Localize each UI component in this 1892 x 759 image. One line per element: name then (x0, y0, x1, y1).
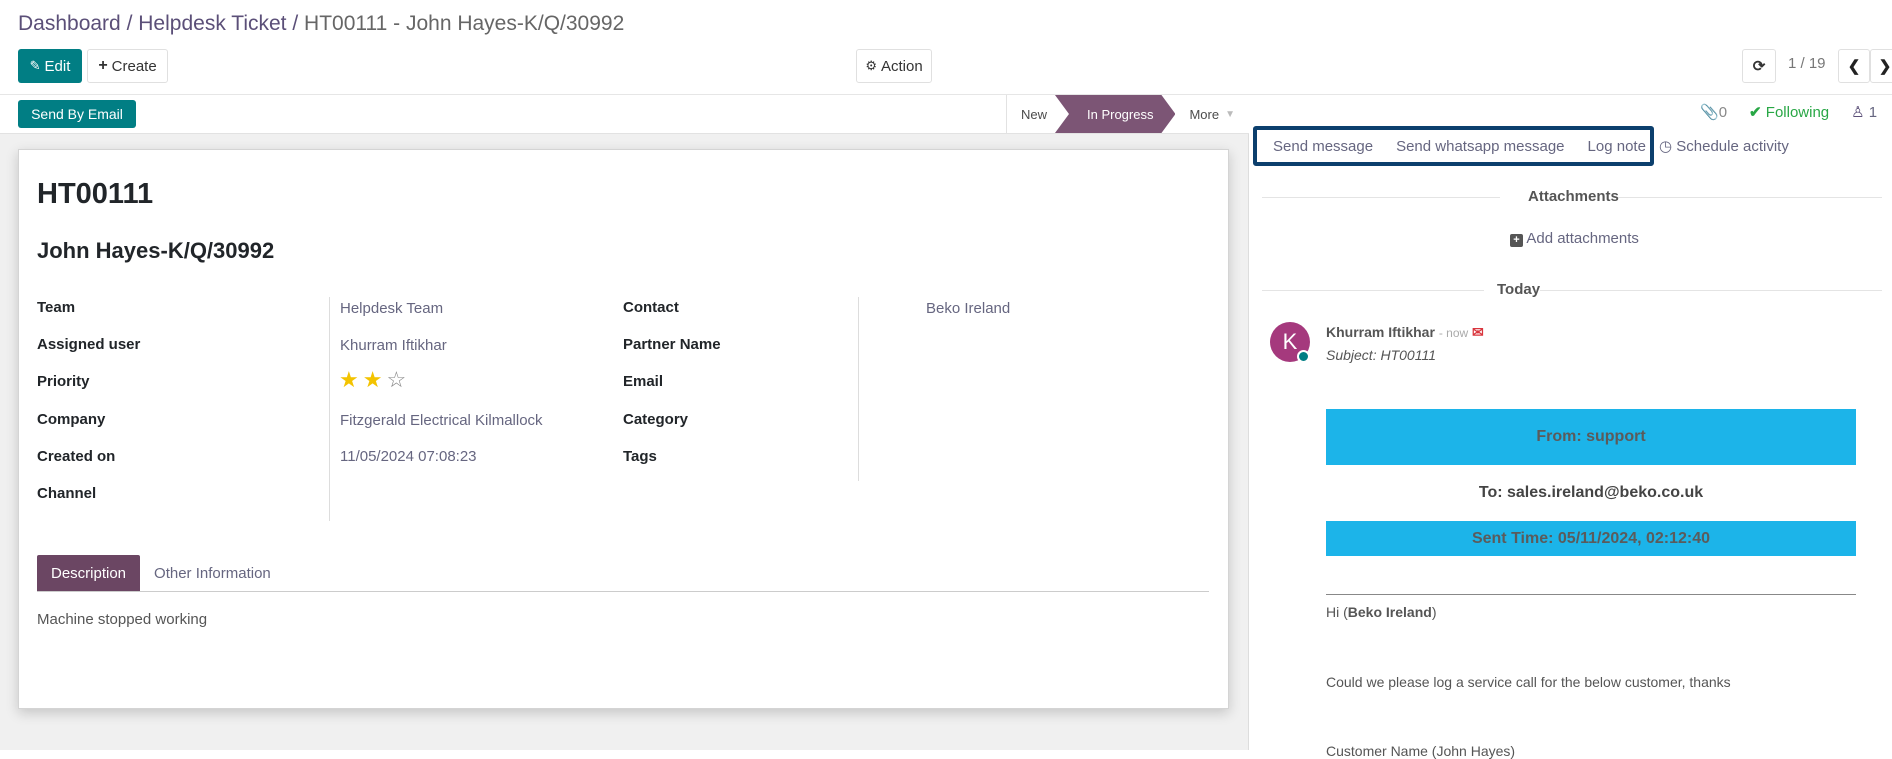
star-empty-icon[interactable]: ☆ (386, 369, 406, 391)
separator-line (1262, 197, 1500, 198)
ticket-name: John Hayes-K/Q/30992 (37, 238, 275, 263)
star-filled-icon[interactable]: ★ (339, 369, 359, 391)
breadcrumb-dashboard[interactable]: Dashboard (18, 12, 121, 35)
field-label-contact: Contact (623, 299, 679, 316)
send-by-email-button[interactable]: Send By Email (18, 100, 136, 128)
pencil-icon: ✎ (29, 58, 41, 73)
action-label: Action (880, 57, 923, 75)
field-separator (858, 297, 859, 481)
plus-icon: + (98, 57, 108, 74)
pager-next-button[interactable]: ❯ (1870, 49, 1892, 83)
field-label-email: Email (623, 373, 664, 390)
field-label-category: Category (623, 411, 689, 428)
email-to-line: To: sales.ireland@beko.co.uk (1478, 484, 1704, 501)
stage-more-dropdown[interactable]: More ▼ (1175, 95, 1249, 133)
clock-icon: ◷ (1659, 138, 1673, 155)
field-label-partner-name: Partner Name (623, 336, 721, 353)
more-label: More (1189, 106, 1220, 122)
check-icon: ✔ (1749, 104, 1762, 121)
star-filled-icon[interactable]: ★ (363, 369, 383, 391)
field-label-created-on: Created on (37, 448, 116, 465)
stage-pipeline: New In Progress More ▼ (1005, 95, 1249, 133)
breadcrumb-separator: / (126, 12, 133, 35)
email-divider (1326, 594, 1856, 595)
following-button[interactable]: ✔ Following (1749, 103, 1829, 121)
caret-down-icon: ▼ (1225, 108, 1235, 120)
email-greeting: Hi (Beko Ireland) (1326, 604, 1437, 620)
refresh-icon: ⟳ (1752, 58, 1766, 75)
paperclip-icon: 📎 (1700, 104, 1719, 121)
composer-actions-highlight: Send message Send whatsapp message Log n… (1253, 126, 1654, 166)
message-author: Khurram Iftikhar - now ✉ (1326, 324, 1484, 341)
tab-other-information[interactable]: Other Information (140, 555, 285, 591)
online-status-icon (1297, 350, 1310, 363)
plus-square-icon: + (1510, 234, 1523, 247)
chevron-right-icon: ❯ (1878, 58, 1892, 75)
stage-new[interactable]: New (1007, 95, 1061, 133)
email-body-line: Could we please log a service call for t… (1326, 674, 1731, 690)
field-separator (329, 297, 330, 521)
stage-in-progress[interactable]: In Progress (1055, 95, 1175, 133)
log-note-button[interactable]: Log note (1588, 138, 1646, 155)
priority-stars[interactable]: ★ ★ ☆ (339, 369, 406, 391)
separator-line (1262, 290, 1484, 291)
breadcrumb-current: HT00111 - John Hayes-K/Q/30992 (304, 12, 625, 35)
separator-line (1540, 290, 1882, 291)
date-separator: Today (1497, 281, 1541, 298)
field-label-channel: Channel (37, 485, 97, 502)
field-label-tags: Tags (623, 448, 657, 465)
greeting-name: Beko Ireland (1347, 604, 1432, 620)
pager-previous-button[interactable]: ❮ (1838, 49, 1870, 83)
description-text[interactable]: Machine stopped working (37, 611, 207, 628)
field-value-assigned-user[interactable]: Khurram Iftikhar (340, 337, 447, 354)
pager-value: 1 / 19 (1788, 55, 1826, 72)
field-label-company: Company (37, 411, 106, 428)
field-value-company[interactable]: Fitzgerald Electrical Kilmallock (340, 412, 543, 429)
message-subject: Subject: HT00111 (1326, 347, 1436, 363)
edit-label: Edit (44, 57, 71, 75)
add-attachments-button[interactable]: + Add attachments (1510, 230, 1639, 247)
breadcrumb: Dashboard / Helpdesk Ticket / HT00111 - … (18, 12, 624, 36)
attachments-title: Attachments (1528, 188, 1619, 205)
message-time: - now (1438, 326, 1469, 340)
send-whatsapp-message-button[interactable]: Send whatsapp message (1396, 138, 1564, 155)
edit-button[interactable]: ✎ Edit (18, 49, 82, 83)
chevron-left-icon: ❮ (1847, 58, 1861, 75)
gear-icon: ⚙ (865, 58, 877, 73)
action-button[interactable]: ⚙ Action (856, 49, 932, 83)
followers-button[interactable]: ♙ 1 (1851, 103, 1877, 121)
attachments-counter[interactable]: 📎0 (1700, 103, 1727, 121)
separator-line (1618, 197, 1882, 198)
chatter-topbar: 📎0 ✔ Following ♙ 1 (1700, 103, 1877, 121)
author-name[interactable]: Khurram Iftikhar (1326, 324, 1435, 340)
statusbar: Send By Email New In Progress More ▼ (0, 95, 1249, 134)
schedule-activity-button[interactable]: ◷ Schedule activity (1659, 137, 1789, 155)
email-body-line-partial: Customer Name (John Hayes) (1326, 743, 1516, 759)
user-icon: ♙ (1851, 104, 1865, 121)
field-value-created-on: 11/05/2024 07:08:23 (340, 448, 477, 465)
field-value-contact[interactable]: Beko Ireland (926, 300, 1010, 317)
field-value-team[interactable]: Helpdesk Team (340, 300, 443, 317)
breadcrumb-separator: / (292, 12, 299, 35)
create-button[interactable]: + Create (87, 49, 168, 83)
email-from-band: From: support (1326, 409, 1856, 465)
field-label-assigned-user: Assigned user (37, 336, 141, 353)
send-message-button[interactable]: Send message (1273, 138, 1373, 155)
field-label-priority: Priority (37, 373, 90, 390)
tab-description[interactable]: Description (37, 555, 141, 591)
field-label-team: Team (37, 299, 76, 316)
notebook-tabs: Description Other Information (37, 555, 1209, 592)
create-label: Create (111, 57, 157, 75)
refresh-button[interactable]: ⟳ (1742, 49, 1776, 83)
email-sent-time-band: Sent Time: 05/11/2024, 02:12:40 (1326, 521, 1856, 556)
breadcrumb-helpdesk-ticket[interactable]: Helpdesk Ticket (138, 12, 286, 35)
envelope-icon[interactable]: ✉ (1472, 324, 1484, 340)
ticket-reference: HT00111 (37, 178, 154, 210)
